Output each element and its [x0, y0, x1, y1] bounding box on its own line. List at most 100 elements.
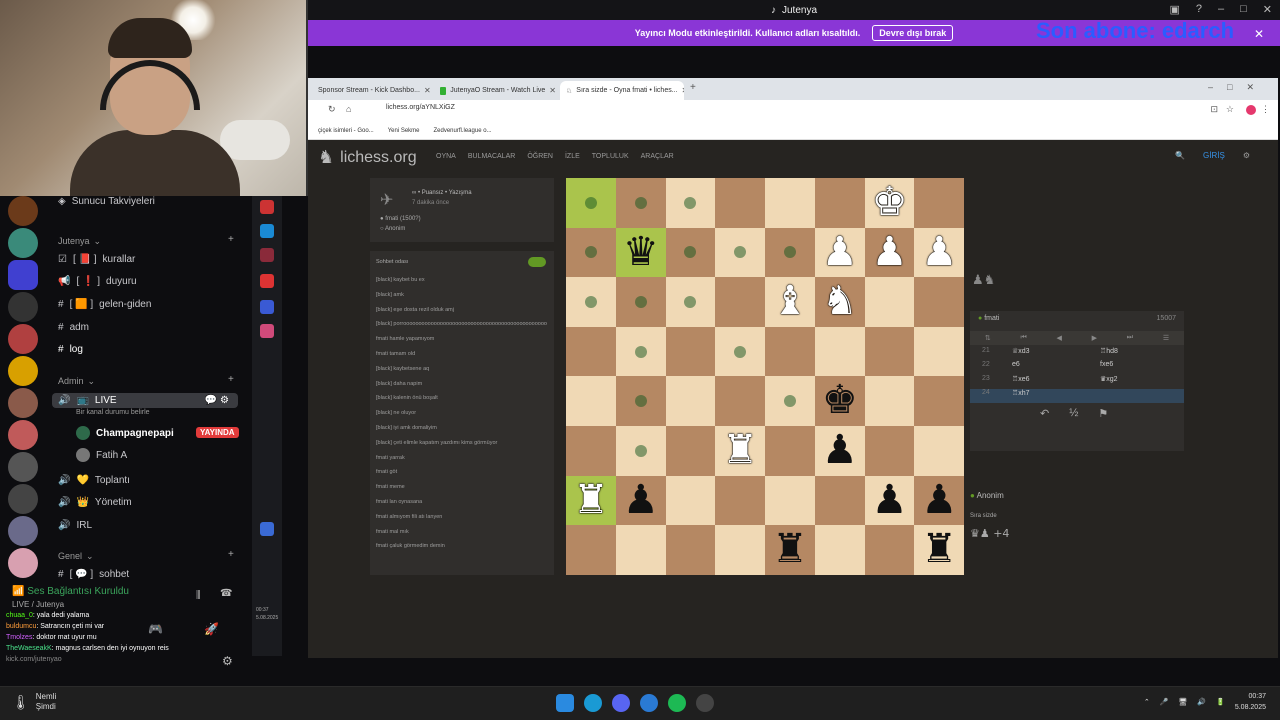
sound-wave-icon[interactable]: ⫼ — [196, 590, 201, 601]
board-square[interactable] — [864, 376, 915, 426]
channel-sohbet[interactable]: #[ 💬 ] sohbet — [58, 569, 129, 580]
clock[interactable]: 00:37 5.08.2025 — [1235, 691, 1266, 713]
menu-lines-icon[interactable]: ☰ — [1163, 334, 1169, 342]
app-icon[interactable] — [260, 324, 274, 338]
move-destination-dot[interactable] — [584, 296, 597, 308]
category-jutenya[interactable]: Jutenya ⌄ — [58, 236, 101, 247]
battery-icon[interactable]: 🔋 — [1216, 698, 1225, 706]
board-square[interactable] — [864, 277, 915, 327]
draw-offer-icon[interactable]: ½ — [1069, 407, 1078, 420]
tab-kick-dashboard[interactable]: Sponsor Stream - Kick Dashbo... ✕ — [308, 81, 430, 100]
weather-widget[interactable]: 🌡 Nemli Şimdi — [12, 692, 56, 712]
board-square[interactable] — [814, 178, 865, 228]
app-icon[interactable] — [260, 300, 274, 314]
chess-board[interactable]: ♚ ♛ ♟ ♟ ♟ ♝ ♞ ♚ ♜ ♟ ♜ ♟ ♟ ♟ ♜ ♜ — [566, 178, 964, 575]
board-square[interactable] — [765, 178, 815, 228]
chess-piece[interactable]: ♚ — [865, 178, 915, 227]
server-icon[interactable] — [8, 324, 38, 354]
chat-icon[interactable]: 💬⚙ — [205, 395, 232, 406]
chess-piece[interactable]: ♚ — [815, 376, 865, 425]
voice-user-fatih[interactable]: Fatih A — [76, 448, 127, 462]
mic-icon[interactable]: 🎤 — [1160, 698, 1169, 706]
chrome-icon[interactable] — [640, 694, 658, 712]
board-square[interactable] — [914, 426, 964, 476]
board-square[interactable] — [715, 376, 765, 426]
server-icon[interactable] — [8, 420, 38, 450]
move-destination-dot[interactable] — [634, 196, 647, 209]
board-square[interactable] — [715, 475, 765, 526]
flip-icon[interactable]: ⇅ — [985, 334, 991, 342]
close-icon[interactable]: ✕ — [1263, 3, 1272, 16]
first-move-icon[interactable]: ⏮ — [1020, 334, 1026, 342]
disable-streamer-mode-button[interactable]: Devre dışı bırak — [872, 25, 954, 41]
nav-oyna[interactable]: OYNA — [436, 153, 456, 160]
channel-gelen-giden[interactable]: #[ 🟧 ] gelen-giden — [58, 299, 151, 310]
disconnect-icon[interactable]: ☎ — [220, 588, 232, 599]
nav-araclar[interactable]: ARAÇLAR — [641, 153, 674, 160]
board-square[interactable] — [665, 426, 716, 476]
board-square[interactable] — [814, 326, 865, 377]
app-icon[interactable] — [260, 248, 274, 262]
close-tab-icon[interactable]: ✕ — [549, 86, 556, 95]
board-square[interactable] — [864, 525, 915, 575]
chess-piece[interactable]: ♟ — [914, 476, 964, 525]
board-square[interactable] — [715, 277, 765, 327]
banner-close-icon[interactable]: ✕ — [1254, 27, 1264, 41]
server-icon[interactable] — [8, 484, 38, 514]
chess-piece[interactable]: ♟ — [815, 228, 865, 277]
chess-piece[interactable]: ♟ — [865, 228, 915, 277]
move[interactable]: ♖xh7 — [1012, 389, 1030, 397]
board-square[interactable] — [566, 525, 616, 575]
close-tab-icon[interactable]: ✕ — [424, 86, 430, 95]
nav-topluluk[interactable]: TOPLULUK — [592, 153, 629, 160]
board-square[interactable] — [914, 326, 964, 377]
board-square[interactable] — [566, 326, 616, 377]
resign-flag-icon[interactable]: ⚑ — [1098, 407, 1108, 420]
board-square[interactable] — [814, 475, 865, 526]
chess-piece[interactable]: ♜ — [914, 525, 964, 574]
board-square[interactable] — [765, 326, 815, 377]
browser-window-controls[interactable]: –□✕ — [1208, 82, 1268, 93]
move[interactable]: e6 — [1012, 361, 1020, 368]
server-icon[interactable] — [8, 516, 38, 546]
board-square[interactable] — [814, 525, 865, 575]
board-square[interactable] — [864, 326, 915, 377]
add-channel-icon[interactable]: + — [228, 549, 234, 560]
voice-user-champagnepapi[interactable]: Champagnepapi — [76, 426, 174, 440]
profile-icon[interactable] — [1246, 105, 1256, 115]
server-icon[interactable] — [8, 548, 38, 578]
move-destination-dot[interactable] — [634, 444, 647, 457]
volume-icon[interactable]: 🔊 — [1197, 698, 1206, 706]
board-square[interactable] — [715, 525, 765, 575]
reload-icon[interactable]: ↻ — [328, 104, 336, 115]
next-move-icon[interactable]: ▶ — [1092, 334, 1097, 342]
server-icon[interactable] — [8, 228, 38, 258]
chevron-up-icon[interactable]: ⌃ — [1144, 698, 1150, 706]
move[interactable]: ♖hd8 — [1100, 347, 1118, 355]
move-destination-dot[interactable] — [634, 296, 647, 308]
server-icon[interactable] — [8, 196, 38, 226]
voice-channel-live[interactable]: 🔊 📺 LIVE 💬⚙ — [52, 393, 238, 408]
add-channel-icon[interactable]: + — [228, 234, 234, 245]
last-move-icon[interactable]: ⏭ — [1127, 334, 1133, 342]
chess-piece[interactable]: ♟ — [616, 476, 666, 525]
menu-icon[interactable]: ⋮ — [1261, 104, 1270, 115]
new-tab-icon[interactable]: + — [690, 82, 696, 93]
player-black[interactable]: ○ Anonim — [380, 226, 405, 232]
move[interactable]: ♛xg2 — [1100, 375, 1118, 383]
bookmark-2[interactable]: Yeni Sekme — [388, 128, 420, 134]
server-icon[interactable] — [8, 452, 38, 482]
channel-status[interactable]: Bir kanal durumu belirle — [76, 409, 150, 416]
home-icon[interactable]: ⌂ — [346, 104, 351, 114]
windows-start-icon[interactable] — [556, 694, 574, 712]
category-admin[interactable]: Admin ⌄ — [58, 376, 95, 387]
spotify-icon[interactable] — [668, 694, 686, 712]
move-destination-dot[interactable] — [634, 345, 647, 358]
chess-piece[interactable]: ♜ — [566, 476, 616, 525]
nav-izle[interactable]: İZLE — [565, 153, 580, 160]
server-boost[interactable]: ◈ Sunucu Takviyeleri — [58, 196, 155, 207]
chess-piece[interactable]: ♛ — [616, 228, 666, 277]
lichess-logo[interactable]: ♞ lichess.org — [318, 147, 417, 168]
board-square[interactable] — [864, 426, 915, 476]
star-icon[interactable]: ☆ — [1226, 104, 1234, 115]
